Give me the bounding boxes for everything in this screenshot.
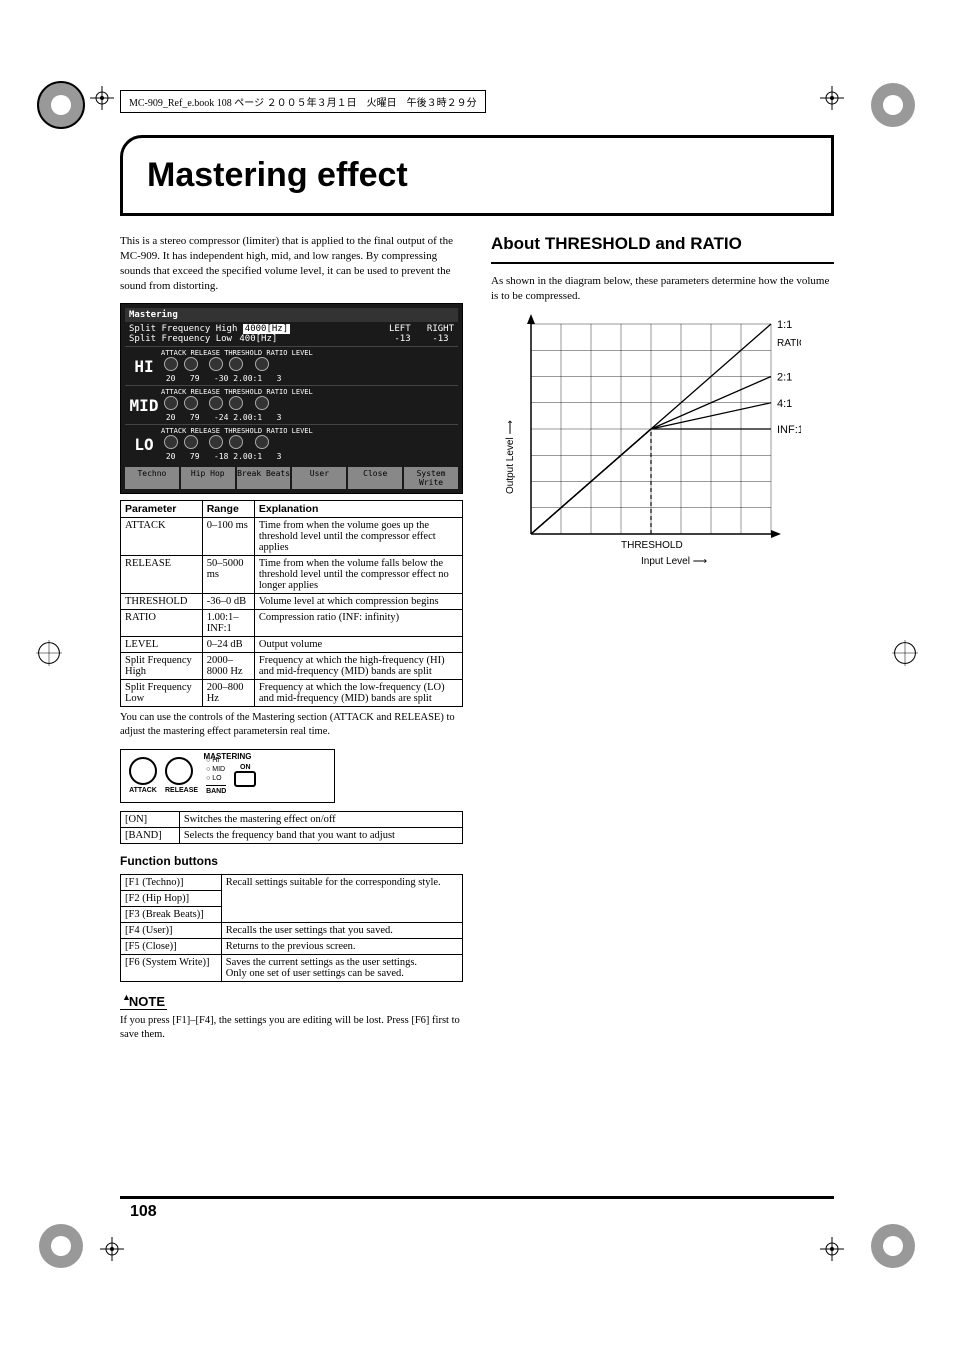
parameter-table: ParameterRangeExplanation ATTACK0–100 ms… — [120, 500, 463, 707]
device-screenshot: Mastering Split Frequency High 4000[Hz] … — [120, 303, 463, 494]
title-card: Mastering effect — [120, 135, 834, 216]
cropmark-icon — [100, 1237, 124, 1265]
cropmark-icon — [90, 86, 114, 114]
intro-text: This is a stereo compressor (limiter) th… — [120, 234, 463, 293]
band-label: LO — [127, 435, 161, 454]
divider — [491, 262, 834, 264]
band-button[interactable]: BAND — [206, 785, 226, 796]
svg-text:4:1: 4:1 — [777, 397, 792, 409]
band-label: MID — [127, 396, 161, 415]
regmark-icon — [868, 80, 918, 130]
page-title: Mastering effect — [147, 156, 807, 195]
screenshot-title: Mastering — [125, 308, 458, 322]
split-hi-value: 4000[Hz] — [243, 324, 290, 334]
switch-table: [ON]Switches the mastering effect on/off… — [120, 811, 463, 844]
svg-text:Input Level ⟶: Input Level ⟶ — [641, 556, 707, 567]
regmark-icon — [868, 1221, 918, 1271]
note-text: If you press [F1]–[F4], the settings you… — [120, 1014, 463, 1041]
fbutton[interactable]: Techno — [125, 467, 179, 489]
meta-bar: MC-909_Ref_e.book 108 ページ ２００５年３月１日 火曜日 … — [120, 90, 486, 113]
threshold-ratio-intro: As shown in the diagram below, these par… — [491, 274, 834, 304]
split-hi-label: Split Frequency High — [129, 324, 237, 334]
svg-text:INF:1: INF:1 — [777, 424, 801, 436]
left-label: LEFT — [389, 324, 411, 334]
meter-right: -13 — [432, 334, 448, 344]
function-table: [F1 (Techno)]Recall settings suitable fo… — [120, 874, 463, 982]
note-after-table: You can use the controls of the Masterin… — [120, 711, 463, 738]
cropmark-icon — [820, 86, 844, 114]
band-label: HI — [127, 357, 161, 376]
fbutton[interactable]: System Write — [404, 467, 458, 489]
page-number: 108 — [130, 1203, 157, 1221]
meter-left: -13 — [394, 334, 410, 344]
fbutton[interactable]: Break Beats — [237, 467, 291, 489]
band-leds: HI MID LO BAND — [206, 756, 226, 796]
split-lo-value: 400[Hz] — [237, 334, 279, 344]
function-heading: Function buttons — [120, 854, 463, 868]
on-button[interactable] — [234, 771, 256, 787]
fbutton[interactable]: User — [292, 467, 346, 489]
regmark-icon — [36, 640, 62, 666]
threshold-ratio-heading: About THRESHOLD and RATIO — [491, 234, 834, 254]
fbutton[interactable]: Close — [348, 467, 402, 489]
svg-text:RATIO: RATIO — [777, 338, 801, 349]
regmark-icon — [36, 1221, 86, 1271]
mastering-panel: MASTERING ATTACK RELEASE HI MID LO BAND … — [120, 749, 335, 803]
on-label: ON — [234, 764, 256, 771]
svg-text:THRESHOLD: THRESHOLD — [621, 540, 683, 551]
svg-text:Output Level ⟶: Output Level ⟶ — [505, 420, 516, 494]
attack-knob[interactable]: ATTACK — [129, 757, 157, 794]
regmark-icon — [892, 640, 918, 666]
footer-rule — [120, 1196, 834, 1199]
release-knob[interactable]: RELEASE — [165, 757, 198, 794]
split-lo-label: Split Frequency Low — [129, 334, 232, 344]
note-icon: NOTE — [120, 994, 167, 1010]
fbutton[interactable]: Hip Hop — [181, 467, 235, 489]
cropmark-icon — [820, 1237, 844, 1265]
svg-text:1:1: 1:1 — [777, 319, 792, 331]
regmark-icon — [36, 80, 86, 130]
right-label: RIGHT — [427, 324, 454, 334]
svg-text:2:1: 2:1 — [777, 371, 792, 383]
compression-chart: 1:1 2:1 4:1 INF:1 THRESHOLD RATIO Input Level … — [501, 314, 801, 564]
